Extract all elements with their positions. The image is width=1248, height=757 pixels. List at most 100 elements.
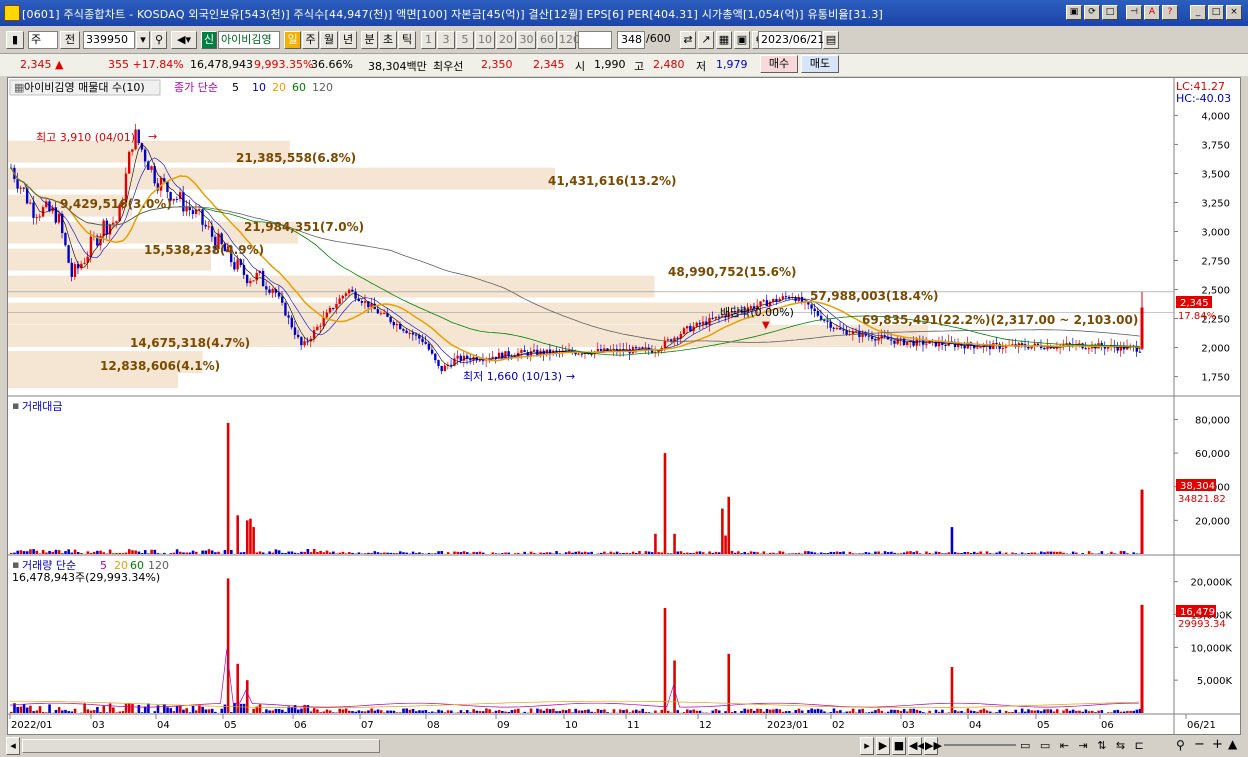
amount-bar bbox=[689, 552, 692, 554]
volume-bar bbox=[469, 712, 472, 713]
interval-tick[interactable]: 틱 bbox=[398, 31, 416, 49]
chart-area[interactable]: → → ▦ 아이비김영 매물대 수(10) 종가 단순 5 10 20 60 12… bbox=[7, 77, 1241, 735]
grid-icon[interactable]: ▦ bbox=[716, 31, 732, 49]
profile-label-2: 41,431,616(13.2%) bbox=[548, 174, 677, 188]
play-icon[interactable]: ▶ bbox=[876, 737, 890, 755]
scroll-left-icon[interactable]: ◂ bbox=[6, 737, 20, 755]
stock-name[interactable]: 아이비김영 bbox=[218, 31, 280, 49]
drawing-tools[interactable]: ▭ ▭ ⇤ ⇥ ⇅ ⇆ ⊏ bbox=[1020, 739, 1147, 752]
amount-bar bbox=[293, 552, 297, 554]
amount-bar bbox=[1030, 552, 1033, 554]
maximize-button[interactable]: □ bbox=[1208, 5, 1224, 20]
sell-button[interactable]: 매도 bbox=[801, 55, 839, 73]
sound-icon[interactable]: ◀▾ bbox=[171, 31, 197, 49]
volume-bar bbox=[918, 710, 922, 713]
link-icon[interactable]: ▣ bbox=[1066, 5, 1082, 20]
stock-chart[interactable]: → → ▦ 아이비김영 매물대 수(10) 종가 단순 5 10 20 60 12… bbox=[8, 78, 1240, 734]
profile-label-5: 15,538,238(4.9%) bbox=[144, 243, 264, 257]
search-icon[interactable]: ⚲ bbox=[151, 31, 167, 49]
volume-bar bbox=[491, 712, 495, 713]
volume-bar bbox=[1024, 711, 1027, 713]
forward-icon[interactable]: ▶▶ bbox=[924, 737, 942, 755]
volume-bar bbox=[421, 710, 424, 713]
num-120[interactable]: 120 bbox=[558, 31, 580, 49]
code-dropdown-icon[interactable]: ▾ bbox=[136, 31, 150, 49]
calendar-icon[interactable]: ▤ bbox=[823, 31, 839, 49]
candle-body bbox=[140, 143, 144, 150]
candle-body bbox=[456, 355, 459, 359]
volume-bar bbox=[839, 710, 842, 713]
interval-minute[interactable]: 분 bbox=[361, 31, 378, 49]
help-icon[interactable]: ? bbox=[1162, 5, 1178, 20]
prev-button[interactable]: 전 bbox=[60, 31, 80, 49]
amount-bar bbox=[204, 550, 208, 554]
volume-bar bbox=[376, 709, 380, 713]
amount-bar bbox=[835, 551, 839, 554]
candle-body bbox=[252, 280, 255, 282]
zoom-minus-icon[interactable]: − bbox=[1194, 737, 1205, 752]
candle-body bbox=[577, 353, 580, 355]
sort-icon[interactable]: ⇄ bbox=[680, 31, 696, 49]
amount-bar bbox=[367, 552, 370, 554]
custom-interval-input[interactable] bbox=[578, 31, 612, 49]
refresh-icon[interactable]: ⟳ bbox=[1084, 5, 1100, 20]
close-button[interactable]: × bbox=[1226, 5, 1242, 20]
amount-bar bbox=[201, 550, 204, 554]
amount-bar bbox=[1033, 552, 1037, 554]
num-3[interactable]: 3 bbox=[437, 31, 455, 49]
x-tick-label: 08 bbox=[427, 720, 440, 731]
candle-body bbox=[1036, 343, 1040, 346]
minimize-button[interactable]: _ bbox=[1190, 5, 1206, 20]
amount-bar bbox=[217, 551, 220, 554]
num-5[interactable]: 5 bbox=[456, 31, 474, 49]
volume-bar bbox=[108, 703, 112, 713]
num-10[interactable]: 10 bbox=[475, 31, 495, 49]
menu-icon[interactable]: ▮ bbox=[6, 31, 24, 49]
volume-bar bbox=[312, 708, 316, 713]
count-input[interactable]: 348 bbox=[617, 31, 645, 49]
amount-bar bbox=[1039, 551, 1043, 554]
volume-panel-icon: ▪ bbox=[12, 558, 19, 571]
num-1[interactable]: 1 bbox=[421, 31, 436, 49]
chart-icon[interactable]: ↗ bbox=[698, 31, 714, 49]
font-icon[interactable]: A bbox=[1144, 5, 1160, 20]
volume-bar bbox=[392, 710, 396, 713]
zoom-out-icon[interactable]: ⚲ bbox=[1176, 738, 1185, 752]
num-60[interactable]: 60 bbox=[537, 31, 557, 49]
volume-bars bbox=[9, 578, 1144, 713]
open-label: 시 bbox=[575, 60, 586, 73]
interval-year[interactable]: 년 bbox=[339, 31, 357, 49]
zoom-plus-icon[interactable]: + bbox=[1212, 737, 1223, 752]
date-input[interactable]: 2023/06/21 bbox=[758, 31, 824, 49]
num-30[interactable]: 30 bbox=[517, 31, 536, 49]
code-input[interactable]: 339950 bbox=[83, 31, 135, 49]
low-label: 저 bbox=[696, 60, 707, 73]
save-icon[interactable]: ▣ bbox=[734, 31, 750, 49]
buy-button[interactable]: 매수 bbox=[760, 55, 798, 73]
amount-bar bbox=[937, 551, 941, 554]
candle-body bbox=[335, 303, 338, 309]
stop-icon[interactable]: ■ bbox=[892, 737, 906, 755]
rewind-icon[interactable]: ◀◀ bbox=[908, 737, 926, 755]
scroll-thumb[interactable] bbox=[22, 739, 380, 753]
interval-week[interactable]: 주 bbox=[302, 31, 319, 49]
next-icon[interactable]: ▲ bbox=[1228, 737, 1237, 751]
candle-body bbox=[249, 280, 252, 284]
amount-bar bbox=[328, 552, 332, 554]
pin-icon[interactable]: ⊣ bbox=[1126, 5, 1142, 20]
num-20[interactable]: 20 bbox=[496, 31, 516, 49]
amount-bar bbox=[281, 552, 284, 554]
candle-body bbox=[303, 341, 306, 346]
volume-bar bbox=[985, 710, 989, 713]
scroll-right-icon[interactable]: ▸ bbox=[860, 737, 874, 755]
profile-bar bbox=[8, 302, 771, 325]
period-type-select[interactable]: 주 bbox=[28, 31, 58, 49]
interval-day[interactable]: 일 bbox=[284, 31, 301, 49]
volume-bar bbox=[472, 709, 475, 713]
zoom-slider[interactable] bbox=[944, 744, 1016, 746]
volume-bar bbox=[309, 711, 313, 713]
interval-second[interactable]: 초 bbox=[379, 31, 397, 49]
interval-month[interactable]: 월 bbox=[320, 31, 338, 49]
candle-body bbox=[698, 322, 702, 325]
fav-icon[interactable]: □ bbox=[1102, 5, 1118, 20]
